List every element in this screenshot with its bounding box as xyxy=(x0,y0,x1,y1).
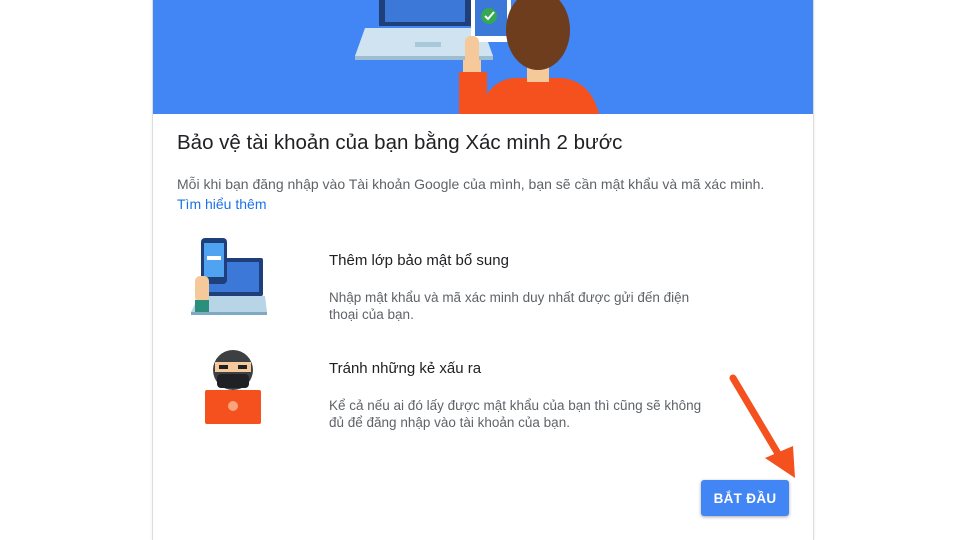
person-with-phone-and-laptop-illustration xyxy=(355,0,599,114)
feature-description-extra-security: Nhập mật khẩu và mã xác minh duy nhất đư… xyxy=(329,290,690,322)
learn-more-link[interactable]: Tìm hiểu thêm xyxy=(177,196,266,212)
feature-title-keep-out-bad-guys: Tránh những kẻ xấu ra xyxy=(329,360,482,377)
feature-title-extra-security: Thêm lớp bảo mật bổ sung xyxy=(329,252,509,269)
page-title: Bảo vệ tài khoản của bạn bằng Xác minh 2… xyxy=(177,131,623,154)
two-step-verification-card: Bảo vệ tài khoản của bạn bằng Xác minh 2… xyxy=(152,0,814,540)
hero-illustration xyxy=(153,0,813,114)
orange-arrow-icon xyxy=(729,374,795,478)
feature-description-keep-out-bad-guys: Kể cả nếu ai đó lấy được mật khẩu của bạ… xyxy=(329,398,702,430)
description-text: Mỗi khi bạn đăng nhập vào Tài khoản Goog… xyxy=(177,176,765,192)
phone-laptop-icon xyxy=(191,238,267,315)
page-description: Mỗi khi bạn đăng nhập vào Tài khoản Goog… xyxy=(177,174,777,214)
hacker-icon xyxy=(205,350,261,424)
start-button[interactable]: BẮT ĐẦU xyxy=(701,480,789,516)
